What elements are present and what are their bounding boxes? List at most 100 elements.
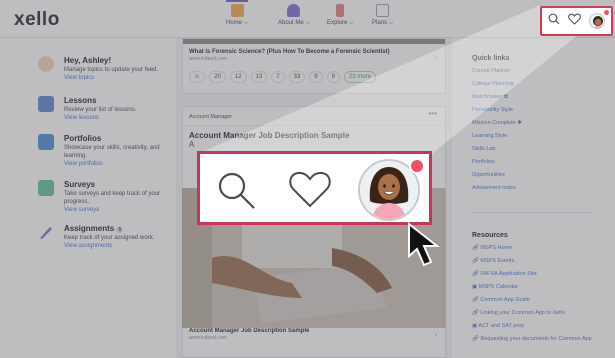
reaction-chip[interactable]: ☺ [189, 71, 206, 83]
greeting-desc: Manage topics to update your feed. [64, 67, 159, 74]
nav-home-label: Home ⌵ [226, 20, 249, 26]
more-reactions-button[interactable]: 23 more [343, 71, 376, 83]
portfolio-icon [38, 134, 54, 150]
resource-link-label: MSPS Events [480, 258, 515, 264]
zoom-callout [197, 151, 432, 225]
quick-link[interactable]: Personality Style [472, 107, 522, 120]
assignments-title: Assignments [64, 224, 115, 233]
reaction-chip[interactable]: 12 [229, 71, 247, 83]
lessons-title: Lessons [64, 96, 97, 105]
resource-link[interactable]: 🔗 MSPS Events [472, 258, 610, 271]
sidebar-item-portfolios[interactable]: Portfolios Showcase your skills, creativ… [38, 134, 168, 169]
reaction-chip[interactable]: 33 [288, 71, 306, 83]
quick-link[interactable]: Matchmaker ✿ [472, 94, 522, 107]
nav-plans[interactable]: Plans ⌵ [372, 4, 393, 27]
quick-link[interactable]: Advisement notes [472, 185, 522, 198]
resource-link-label: MSPS Calendar [478, 284, 519, 290]
resources-heading: Resources [472, 232, 508, 239]
resource-link[interactable]: ▣ ACT and SAT prep [472, 323, 610, 336]
nav-explore[interactable]: Explore ⌵ [327, 4, 354, 27]
avatar [38, 56, 54, 72]
view-surveys-link[interactable]: View surveys [64, 207, 168, 215]
reaction-chip[interactable]: 9 [326, 71, 340, 83]
quick-link[interactable]: Mission Complete ✱ [472, 120, 522, 133]
card-image-strip [183, 39, 445, 44]
nav-explore-label: Explore ⌵ [327, 20, 354, 26]
lessons-icon [38, 96, 54, 112]
portfolios-desc: Showcase your skills, creativity, and le… [64, 145, 160, 160]
sidebar-item-assignments[interactable]: Assignments 5 Keep track of your assigne… [38, 224, 168, 251]
surveys-title: Surveys [64, 180, 96, 189]
view-portfolios-link[interactable]: View portfolios [64, 161, 168, 169]
resource-link-label: Requesting your documents for Common App [480, 336, 592, 342]
top-icons-highlight [540, 6, 613, 36]
reaction-row: ☺ 20 12 13 7 33 9 9 23 more [189, 71, 439, 83]
divider [472, 212, 592, 213]
reaction-chip[interactable]: 9 [309, 71, 323, 83]
resource-link-label: MSPS Home [480, 245, 513, 251]
reaction-chip[interactable]: 13 [250, 71, 268, 83]
chevron-right-icon[interactable]: › [434, 53, 437, 62]
card-partial-text: A [189, 140, 195, 149]
quick-links-heading: Quick links [472, 55, 510, 62]
search-icon[interactable] [548, 12, 560, 30]
resource-link[interactable]: 🔗 MSPS Home [472, 245, 610, 258]
search-icon[interactable] [216, 170, 256, 215]
card-footer-source: www.indeed.com [189, 335, 227, 341]
reaction-chip[interactable]: 7 [271, 71, 285, 83]
heart-icon[interactable] [288, 171, 332, 214]
card-footer-title: Account Manager Job Description Sample [189, 328, 310, 334]
quick-link[interactable]: Skills Lab [472, 146, 522, 159]
avatar[interactable] [589, 13, 605, 29]
notification-badge [409, 158, 425, 174]
mouse-cursor-icon [408, 222, 440, 267]
resources-list: 🔗 MSPS Home 🔗 MSPS Events 🔗 FAFSA Applic… [472, 245, 610, 349]
heart-icon[interactable] [568, 12, 581, 30]
greeting-title: Hey, Ashley! [64, 56, 112, 65]
lessons-desc: Review your list of lessons. [64, 107, 137, 114]
assignments-desc: Keep track of your assigned work. [64, 235, 155, 242]
sidebar-item-lessons[interactable]: Lessons Review your list of lessons. Vie… [38, 96, 168, 123]
card-menu-icon[interactable]: ••• [429, 109, 437, 118]
quick-link[interactable]: Course Planner [472, 68, 522, 81]
chevron-right-icon[interactable]: › [434, 330, 437, 339]
resource-link-label: FAFSA Application Site [480, 271, 537, 277]
nav-about-label: About Me ⌵ [278, 20, 310, 26]
card-tag: Account Manager [189, 114, 233, 120]
resource-link[interactable]: ▣ MSPS Calendar [472, 284, 610, 297]
quick-link[interactable]: Opportunities [472, 172, 522, 185]
person-icon [287, 4, 301, 17]
resource-link-label: Linking your Common App to Xello [480, 310, 565, 316]
quick-link[interactable]: College Planning [472, 81, 522, 94]
survey-icon [38, 180, 54, 196]
portfolios-title: Portfolios [64, 134, 102, 143]
card-title: What is Forensic Science? (Plus How To B… [189, 49, 390, 55]
resource-link-label: ACT and SAT prep [478, 323, 525, 329]
nav-home[interactable]: Home ⌵ [226, 0, 249, 27]
pencil-icon [38, 224, 54, 240]
nav-about-me[interactable]: About Me ⌵ [278, 4, 310, 27]
right-column: Quick links Course Planner College Plann… [462, 38, 615, 358]
explore-icon [336, 4, 345, 17]
view-lessons-link[interactable]: View lessons [64, 115, 136, 123]
quick-link[interactable]: Portfolios [472, 159, 522, 172]
plans-icon [376, 4, 390, 17]
resource-link[interactable]: 🔗 Linking your Common App to Xello [472, 310, 610, 323]
resource-link[interactable]: 🔗 FAFSA Application Site [472, 271, 610, 284]
resource-link[interactable]: 🔗 Requesting your documents for Common A… [472, 336, 610, 349]
nav-plans-label: Plans ⌵ [372, 20, 394, 26]
feed-card-forensic[interactable]: What is Forensic Science? (Plus How To B… [182, 38, 446, 94]
sidebar-item-surveys[interactable]: Surveys Take surveys and keep track of y… [38, 180, 168, 215]
home-icon [230, 4, 244, 17]
quick-link[interactable]: Learning Style [472, 133, 522, 146]
surveys-desc: Take surveys and keep track of your prog… [64, 191, 161, 206]
view-topics-link[interactable]: View topics [64, 75, 158, 83]
assignments-count-badge: 5 [116, 227, 124, 233]
logo[interactable]: xello [14, 9, 60, 31]
resource-link-label: Common App Guide [480, 297, 530, 303]
view-assignments-link[interactable]: View assignments [64, 243, 154, 251]
quick-links-list: Course Planner College Planning Matchmak… [472, 68, 522, 198]
reaction-chip[interactable]: 20 [209, 71, 226, 83]
sidebar-item-greeting: Hey, Ashley! Manage topics to update you… [38, 56, 168, 83]
resource-link[interactable]: 🔗 Common App Guide [472, 297, 610, 310]
